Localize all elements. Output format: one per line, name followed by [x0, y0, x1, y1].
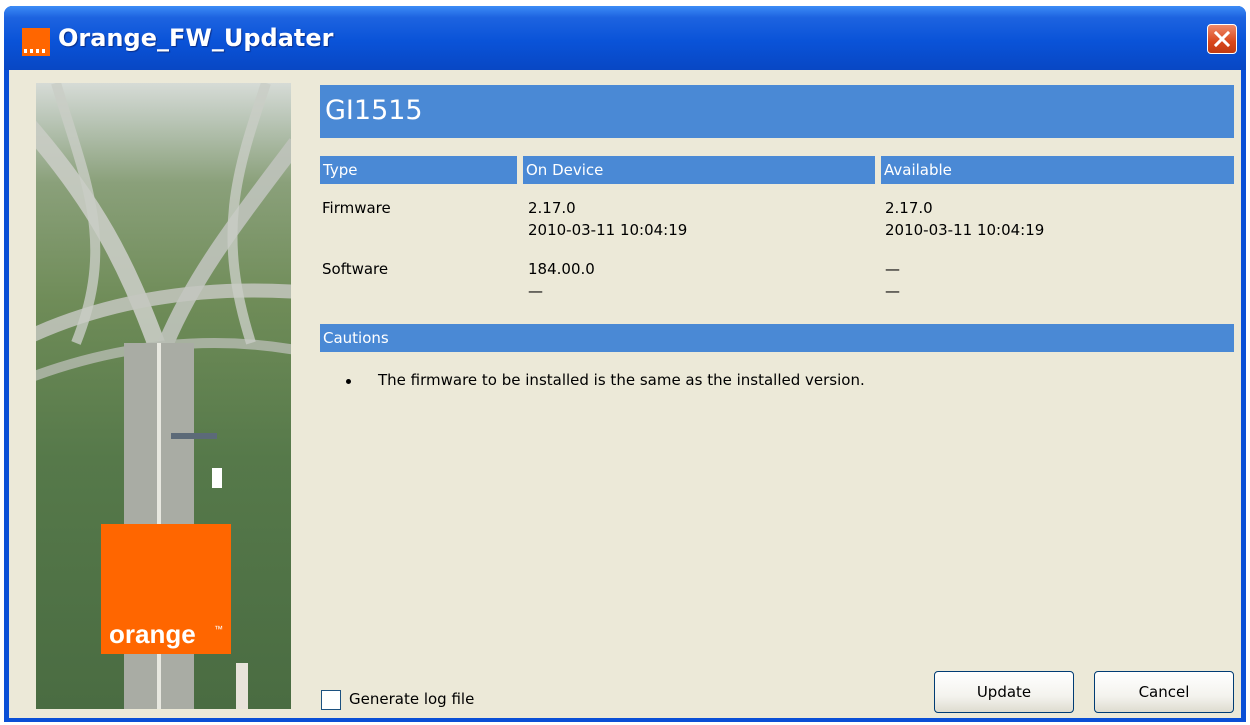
- software-type: Software: [322, 260, 389, 278]
- orange-logo: orange ™: [101, 524, 231, 654]
- cancel-button[interactable]: Cancel: [1094, 671, 1234, 713]
- dialog-client-area: orange ™ GI1515 Type On Device Available…: [9, 70, 1241, 718]
- firmware-on-device: 2.17.0 2010-03-11 10:04:19: [528, 199, 688, 239]
- device-name: GI1515: [325, 95, 423, 126]
- software-on-device: 184.00.0 —: [528, 260, 595, 300]
- cautions-header: Cautions: [320, 324, 1234, 352]
- highway-banner-image: orange ™: [36, 83, 291, 709]
- orange-app-icon: [22, 28, 50, 56]
- firmware-available: 2.17.0 2010-03-11 10:04:19: [885, 199, 1045, 239]
- generate-log-checkbox[interactable]: [321, 690, 341, 710]
- column-header-on-device: On Device: [523, 156, 875, 184]
- firmware-type: Firmware: [322, 199, 391, 217]
- device-header: GI1515: [320, 85, 1234, 138]
- software-available: — —: [885, 260, 900, 300]
- column-header-available: Available: [881, 156, 1234, 184]
- orange-logo-text: orange: [109, 619, 196, 649]
- generate-log-label[interactable]: Generate log file: [349, 690, 474, 708]
- app-window: Orange_FW_Updater orange ™ GI1515 Type O…: [4, 6, 1246, 722]
- window-title: Orange_FW_Updater: [58, 24, 334, 52]
- trademark-mark: ™: [214, 624, 223, 634]
- column-header-type: Type: [320, 156, 517, 184]
- close-button[interactable]: [1207, 24, 1237, 54]
- title-bar[interactable]: Orange_FW_Updater: [4, 6, 1246, 70]
- update-button[interactable]: Update: [934, 671, 1074, 713]
- bullet-icon: [346, 379, 351, 384]
- caution-item: The firmware to be installed is the same…: [378, 371, 865, 389]
- close-icon: [1213, 30, 1231, 48]
